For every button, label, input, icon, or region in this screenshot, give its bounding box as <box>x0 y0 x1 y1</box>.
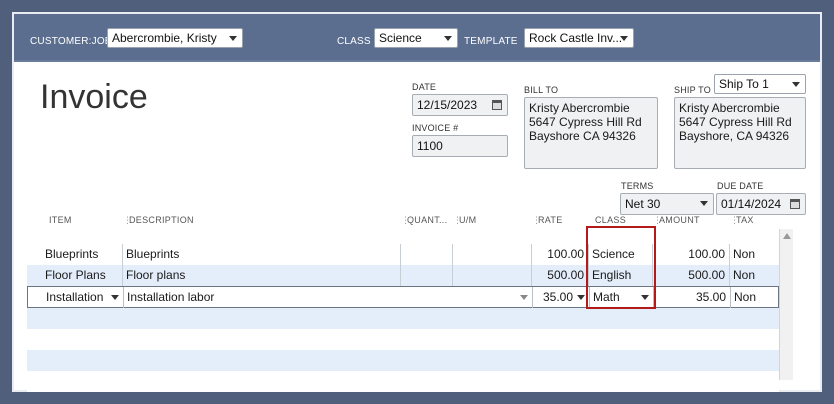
class-column-highlight <box>586 226 656 309</box>
chevron-down-icon <box>229 36 237 41</box>
class-value: Science <box>379 31 422 45</box>
ship-to-line: 5647 Cypress Hill Rd <box>679 115 792 129</box>
cell-rate[interactable]: 100.00 <box>532 244 589 265</box>
column-header-item[interactable]: ITEM <box>49 215 72 225</box>
bill-to-label: BILL TO <box>524 85 559 95</box>
column-header-label: RATE <box>538 215 563 225</box>
cell-um[interactable] <box>453 244 532 265</box>
table-scrollbar[interactable] <box>779 229 793 380</box>
template-label: TEMPLATE <box>464 36 518 47</box>
chevron-down-icon <box>620 36 628 41</box>
table-row-empty[interactable] <box>27 371 779 392</box>
cell-amount[interactable]: 500.00 <box>653 265 730 286</box>
column-header-class[interactable]: CLASS <box>595 215 626 225</box>
due-date-label: DUE DATE <box>717 181 764 191</box>
calendar-icon[interactable] <box>492 100 502 110</box>
date-value: 12/15/2023 <box>417 98 478 112</box>
cell-um[interactable] <box>453 265 532 286</box>
date-label: DATE <box>412 82 437 92</box>
cell-description-value: Installation labor <box>127 290 215 304</box>
ship-to-line: Kristy Abercrombie <box>679 101 780 115</box>
column-header-tax[interactable]: ⋮ TAX <box>730 215 754 225</box>
column-header-um[interactable]: ⋮ U/M <box>453 215 476 225</box>
due-date-field[interactable]: 01/14/2024 <box>716 193 806 215</box>
chevron-down-icon <box>700 201 708 206</box>
ship-to-select-value: Ship To 1 <box>719 77 769 91</box>
bill-to-line: Kristy Abercrombie <box>529 101 630 115</box>
column-header-label: QUANT... <box>407 215 448 225</box>
column-header-description[interactable]: ⋮ DESCRIPTION <box>123 215 194 225</box>
cell-quantity[interactable] <box>401 244 453 265</box>
cell-item[interactable]: Blueprints <box>42 244 123 265</box>
column-header-rate[interactable]: ⋮ RATE <box>532 215 563 225</box>
customer-job-label: CUSTOMER:JOB <box>30 36 112 47</box>
customer-job-value: Abercrombie, Kristy <box>112 31 217 45</box>
cell-item-value: Installation <box>46 290 104 304</box>
cell-amount[interactable]: 35.00 <box>654 287 731 308</box>
cell-quantity[interactable] <box>401 265 453 286</box>
cell-description[interactable]: Blueprints <box>123 244 401 265</box>
terms-label: TERMS <box>621 181 654 191</box>
due-date-value: 01/14/2024 <box>721 197 782 211</box>
bill-to-address[interactable]: Kristy Abercrombie 5647 Cypress Hill Rd … <box>524 97 658 169</box>
page-title: Invoice <box>40 78 148 116</box>
cell-rate-dropdown[interactable]: 35.00 <box>533 287 590 308</box>
cell-item-dropdown[interactable]: Installation <box>43 287 124 308</box>
date-field[interactable]: 12/15/2023 <box>412 94 508 116</box>
invoice-number-label: INVOICE # <box>412 123 459 133</box>
table-row[interactable]: Floor Plans Floor plans 500.00 English 5… <box>27 265 792 286</box>
scroll-up-icon[interactable] <box>783 233 791 239</box>
header-bar: CUSTOMER:JOB Abercrombie, Kristy CLASS S… <box>14 14 820 62</box>
cell-rate[interactable]: 500.00 <box>532 265 589 286</box>
column-header-amount[interactable]: ⋮ AMOUNT <box>653 215 700 225</box>
chevron-down-icon <box>792 82 800 87</box>
invoice-number-value: 1100 <box>417 139 443 153</box>
bill-to-line: Bayshore CA 94326 <box>529 129 636 143</box>
column-header-quantity[interactable]: ⋮ QUANT... <box>401 215 448 225</box>
table-row[interactable]: Blueprints Blueprints 100.00 Science 100… <box>27 244 792 265</box>
class-label: CLASS <box>337 36 371 47</box>
column-header-label: DESCRIPTION <box>129 215 194 225</box>
cell-description-input[interactable]: Installation labor <box>124 287 533 308</box>
cell-tax-value: Non <box>734 290 757 304</box>
terms-value: Net 30 <box>625 197 661 211</box>
chevron-down-icon[interactable] <box>111 295 119 300</box>
chevron-down-icon[interactable] <box>577 295 585 300</box>
ship-to-line: Bayshore, CA 94326 <box>679 129 790 143</box>
ship-to-address[interactable]: Kristy Abercrombie 5647 Cypress Hill Rd … <box>674 97 806 169</box>
bill-to-line: 5647 Cypress Hill Rd <box>529 115 642 129</box>
cell-description[interactable]: Floor plans <box>123 265 401 286</box>
template-dropdown[interactable]: Rock Castle Inv... <box>524 28 634 48</box>
cell-rate-value: 35.00 <box>542 290 573 304</box>
table-row-active[interactable]: Installation Installation labor 35.00 Ma… <box>27 286 793 308</box>
ship-to-dropdown[interactable]: Ship To 1 <box>714 74 806 94</box>
invoice-number-field[interactable]: 1100 <box>412 135 508 157</box>
cell-amount[interactable]: 100.00 <box>653 244 730 265</box>
template-value: Rock Castle Inv... <box>529 31 623 45</box>
column-header-label: CLASS <box>595 215 627 225</box>
ship-to-label: SHIP TO <box>674 85 711 95</box>
table-header: ITEM ⋮ DESCRIPTION ⋮ QUANT... ⋮ U/M ⋮ RATE C… <box>27 215 783 231</box>
calendar-icon[interactable] <box>790 199 800 209</box>
cell-item[interactable]: Floor Plans <box>42 265 123 286</box>
table-row-empty[interactable] <box>27 308 779 329</box>
table-row-empty[interactable] <box>27 329 779 350</box>
table-row-empty[interactable] <box>27 350 779 371</box>
class-dropdown[interactable]: Science <box>374 28 458 48</box>
terms-dropdown[interactable]: Net 30 <box>620 193 714 215</box>
chevron-down-icon[interactable] <box>520 295 528 300</box>
chevron-down-icon <box>444 36 452 41</box>
column-header-label: AMOUNT <box>659 215 700 225</box>
customer-job-dropdown[interactable]: Abercrombie, Kristy <box>107 28 243 48</box>
